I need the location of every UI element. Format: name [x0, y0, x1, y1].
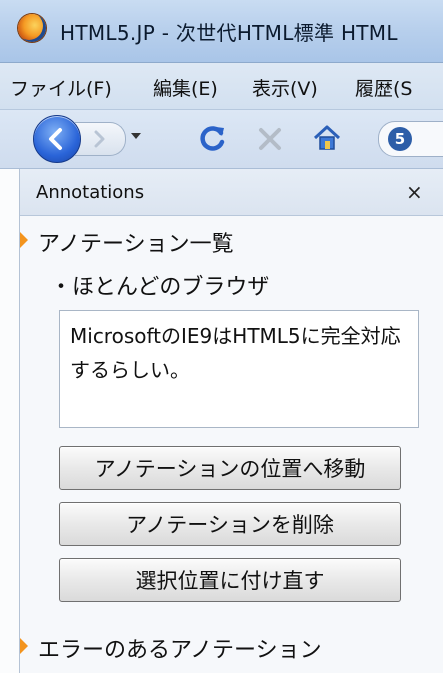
menu-file[interactable]: ファイル(F) [10, 74, 112, 101]
forward-arrow-icon [94, 130, 105, 148]
forward-button[interactable] [75, 122, 126, 156]
window-title: HTML5.JP - 次世代HTML標準 HTML [60, 21, 398, 45]
browser-window: HTML5.JP - 次世代HTML標準 HTML ファイル(F) 編集(E) … [0, 0, 443, 673]
address-bar[interactable]: 5 [378, 121, 443, 157]
sidebar-body: アノテーション一覧 ・ほとんどのブラウザ MicrosoftのIE9はHTML5… [20, 216, 443, 673]
firefox-icon [18, 14, 46, 42]
menu-bar: ファイル(F) 編集(E) 表示(V) 履歴(S [0, 63, 443, 110]
reload-icon[interactable] [197, 124, 227, 154]
sidebar-title: Annotations [36, 182, 145, 203]
goto-annotation-button[interactable]: アノテーションの位置へ移動 [59, 446, 401, 490]
tree-item-annotation[interactable]: ・ほとんどのブラウザ [50, 269, 269, 301]
annotations-sidebar: Annotations × アノテーション一覧 ・ほとんどのブラウザ Micro… [19, 169, 443, 673]
back-arrow-icon [49, 128, 62, 150]
stop-icon[interactable] [256, 125, 284, 153]
menu-edit[interactable]: 編集(E) [153, 74, 218, 101]
tree-group-error-annotations[interactable]: エラーのあるアノテーション [38, 632, 322, 664]
expand-triangle-icon[interactable] [20, 232, 28, 248]
sidebar-header: Annotations × [20, 169, 443, 216]
menu-view[interactable]: 表示(V) [252, 74, 318, 101]
delete-annotation-button[interactable]: アノテーションを削除 [59, 502, 401, 546]
close-icon[interactable]: × [406, 180, 423, 204]
expand-triangle-icon[interactable] [20, 638, 28, 654]
back-forward-group [33, 115, 163, 163]
history-dropdown-icon[interactable] [131, 133, 141, 139]
reattach-selection-button[interactable]: 選択位置に付け直す [59, 558, 401, 602]
back-button[interactable] [33, 115, 81, 163]
tree-group-annotations[interactable]: アノテーション一覧 [38, 226, 234, 258]
navigation-toolbar: 5 [0, 110, 443, 169]
home-icon[interactable] [312, 123, 342, 153]
title-bar: HTML5.JP - 次世代HTML標準 HTML [0, 0, 443, 63]
annotation-note-textarea[interactable]: MicrosoftのIE9はHTML5に完全対応するらしい。 [59, 310, 419, 428]
site-identity-icon[interactable]: 5 [388, 127, 412, 151]
menu-history[interactable]: 履歴(S [355, 74, 412, 101]
